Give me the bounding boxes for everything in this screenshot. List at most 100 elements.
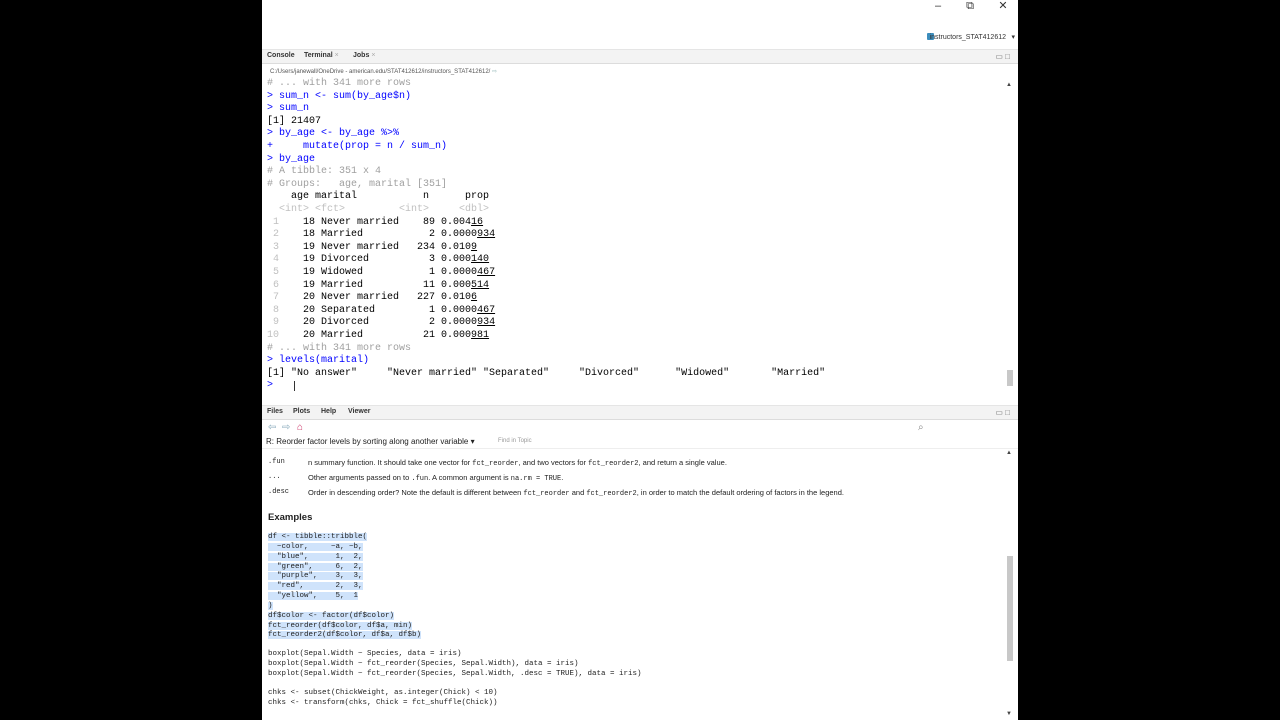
console-text: 19 Married 11 0.000 <box>279 279 472 291</box>
console-text: 20 Separated 1 0.0000 <box>279 304 478 316</box>
console-line: > by_age <- by_age %>% <box>267 128 399 141</box>
argument-description: Other arguments passed on to .fun. A com… <box>308 473 563 483</box>
minimize-button[interactable]: – <box>924 0 952 13</box>
chevron-down-icon[interactable]: ▾ <box>1011 33 1015 41</box>
console-text: 16 <box>471 216 484 228</box>
console-line: # ... with 341 more rows <box>267 343 411 356</box>
console-text: 20 Married 21 0.000 <box>279 330 472 341</box>
console-line: 8 20 Separated 1 0.0000467 <box>267 305 495 318</box>
console-text: 981 <box>471 330 490 341</box>
pane-maximize-icon[interactable]: ▭ □ <box>995 52 1010 61</box>
console-text: + mutate(prop = n / sum_n) <box>267 141 448 152</box>
console-text: > sum_n <- sum(by_age$n) <box>267 90 412 102</box>
go-to-directory-icon[interactable]: ⇨ <box>492 69 497 75</box>
console-line: 10 20 Married 21 0.000981 <box>267 330 489 343</box>
console-line: # A tibble: 351 x 4 <box>267 166 381 179</box>
inline-code: na.rm = TRUE <box>510 475 562 483</box>
project-bar: instructors_STAT412612 ▾ <box>262 30 1018 46</box>
argument-name: ... <box>268 473 281 481</box>
tab-viewer[interactable]: Viewer <box>348 408 370 415</box>
help-toolbar: ⇦ ⇨ ⌂ ⌕ <box>262 422 1018 434</box>
console-text: 18 Married 2 0.0000 <box>279 229 478 241</box>
example-code-boxplot[interactable]: boxplot(Sepal.Width ~ Species, data = ir… <box>268 650 642 680</box>
console-text: # A tibble: 351 x 4 <box>267 166 382 178</box>
scroll-up-icon[interactable]: ▲ <box>1006 450 1012 456</box>
console-text: 20 Never married 227 0.010 <box>279 292 472 304</box>
description-text: and <box>569 488 587 497</box>
console-line: 9 20 Divorced 2 0.0000934 <box>267 317 495 330</box>
console-line: [1] "No answer" "Never married" "Separat… <box>267 368 825 381</box>
close-icon[interactable]: × <box>335 52 339 59</box>
tab-help[interactable]: Help <box>321 408 336 415</box>
help-topic-title[interactable]: R: Reorder factor levels by sorting alon… <box>266 437 475 446</box>
tab-console[interactable]: Console <box>267 52 295 59</box>
console-line: 6 19 Married 11 0.000514 <box>267 280 489 293</box>
tab-files[interactable]: Files <box>267 408 283 415</box>
inline-code: fct_reorder <box>523 490 570 498</box>
example-code-chks[interactable]: chks <- subset(ChickWeight, as.integer(C… <box>268 689 498 709</box>
console-text: 20 Divorced 2 0.0000 <box>279 317 478 329</box>
console-text: > levels(marital) <box>267 355 370 367</box>
console-text: 10 <box>267 330 280 341</box>
console-text: 140 <box>471 254 490 266</box>
find-in-topic-input[interactable]: Find in Topic <box>498 438 532 444</box>
console-text: 6 <box>267 279 280 291</box>
tab-terminal[interactable]: Terminal × <box>304 52 339 59</box>
forward-arrow-icon[interactable]: ⇨ <box>282 422 290 433</box>
console-text: 4 <box>267 254 280 266</box>
console-output[interactable]: # ... with 341 more rows > sum_n <- sum(b… <box>262 77 1002 397</box>
chevron-down-icon[interactable]: ▾ <box>471 437 475 446</box>
search-icon[interactable]: ⌕ <box>918 422 924 433</box>
console-line: > sum_n <- sum(by_age$n) <box>267 91 411 104</box>
console-line: # Groups: age, marital [351] <box>267 179 447 192</box>
console-text: 19 Widowed 1 0.0000 <box>279 267 478 278</box>
tab-jobs[interactable]: Jobs × <box>353 52 375 59</box>
back-arrow-icon[interactable]: ⇦ <box>268 422 276 433</box>
pane-maximize-icon[interactable]: ▭ □ <box>995 408 1010 417</box>
console-text: 9 <box>471 241 478 253</box>
console-text: > by_age <- by_age %>% <box>267 128 400 140</box>
console-text: [1] "No answer" "Never married" "Separat… <box>267 367 826 379</box>
examples-heading: Examples <box>268 512 313 523</box>
console-text: <int> <fct> <int> <dbl> <box>267 204 490 215</box>
description-text: Order in descending order? Note the defa… <box>308 488 524 497</box>
console-text: 934 <box>477 317 496 329</box>
inline-code: fct_reorder2 <box>588 460 639 468</box>
console-line: 1 18 Never married 89 0.00416 <box>267 217 483 230</box>
help-scroll-thumb[interactable] <box>1007 556 1013 661</box>
close-icon[interactable]: × <box>371 52 375 59</box>
console-text: 467 <box>477 267 496 278</box>
restore-button[interactable]: ⧉ <box>956 0 984 13</box>
help-pane-tabs: Files Plots Help Viewer ▭ □ <box>262 405 1018 420</box>
description-text: n summary function. It should take one v… <box>308 458 473 467</box>
inline-code: fct_reorder2 <box>586 490 637 498</box>
description-text: Other arguments passed on to <box>308 473 412 482</box>
argument-description: Order in descending order? Note the defa… <box>308 488 844 498</box>
close-button[interactable]: ✕ <box>989 0 1017 13</box>
home-icon[interactable]: ⌂ <box>297 422 303 433</box>
argument-name: .desc <box>268 488 290 496</box>
project-menu[interactable]: instructors_STAT412612 <box>930 34 1006 41</box>
example-code-selected[interactable]: df <- tibble::tribble( ~color, ~a, ~b, "… <box>268 533 422 641</box>
console-scroll-thumb[interactable] <box>1007 370 1013 386</box>
console-line: <int> <fct> <int> <dbl> <box>267 204 489 217</box>
console-line: 7 20 Never married 227 0.0106 <box>267 292 477 305</box>
console-text: 18 Never married 89 0.004 <box>279 216 472 228</box>
description-text: , in order to match the default ordering… <box>636 488 844 497</box>
console-text: 7 <box>267 292 280 304</box>
console-text: 5 <box>267 267 280 278</box>
scroll-down-icon[interactable]: ▼ <box>1006 711 1012 717</box>
console-text: 19 Divorced 3 0.000 <box>279 254 472 266</box>
scroll-up-icon[interactable]: ▲ <box>1006 82 1012 88</box>
console-scrollbar[interactable]: ▲ <box>1006 82 1014 395</box>
console-line: 4 19 Divorced 3 0.000140 <box>267 254 489 267</box>
description-text: , and two vectors for <box>518 458 589 467</box>
help-scrollbar[interactable]: ▲ ▼ <box>1006 450 1014 720</box>
console-line: # ... with 341 more rows <box>267 78 411 91</box>
console-text: 1 <box>267 216 280 228</box>
tab-plots[interactable]: Plots <box>293 408 310 415</box>
console-text: > by_age <box>267 153 316 165</box>
console-text: 3 <box>267 241 280 253</box>
inline-code: .fun <box>411 475 429 483</box>
console-line: age marital n prop <box>267 191 489 204</box>
